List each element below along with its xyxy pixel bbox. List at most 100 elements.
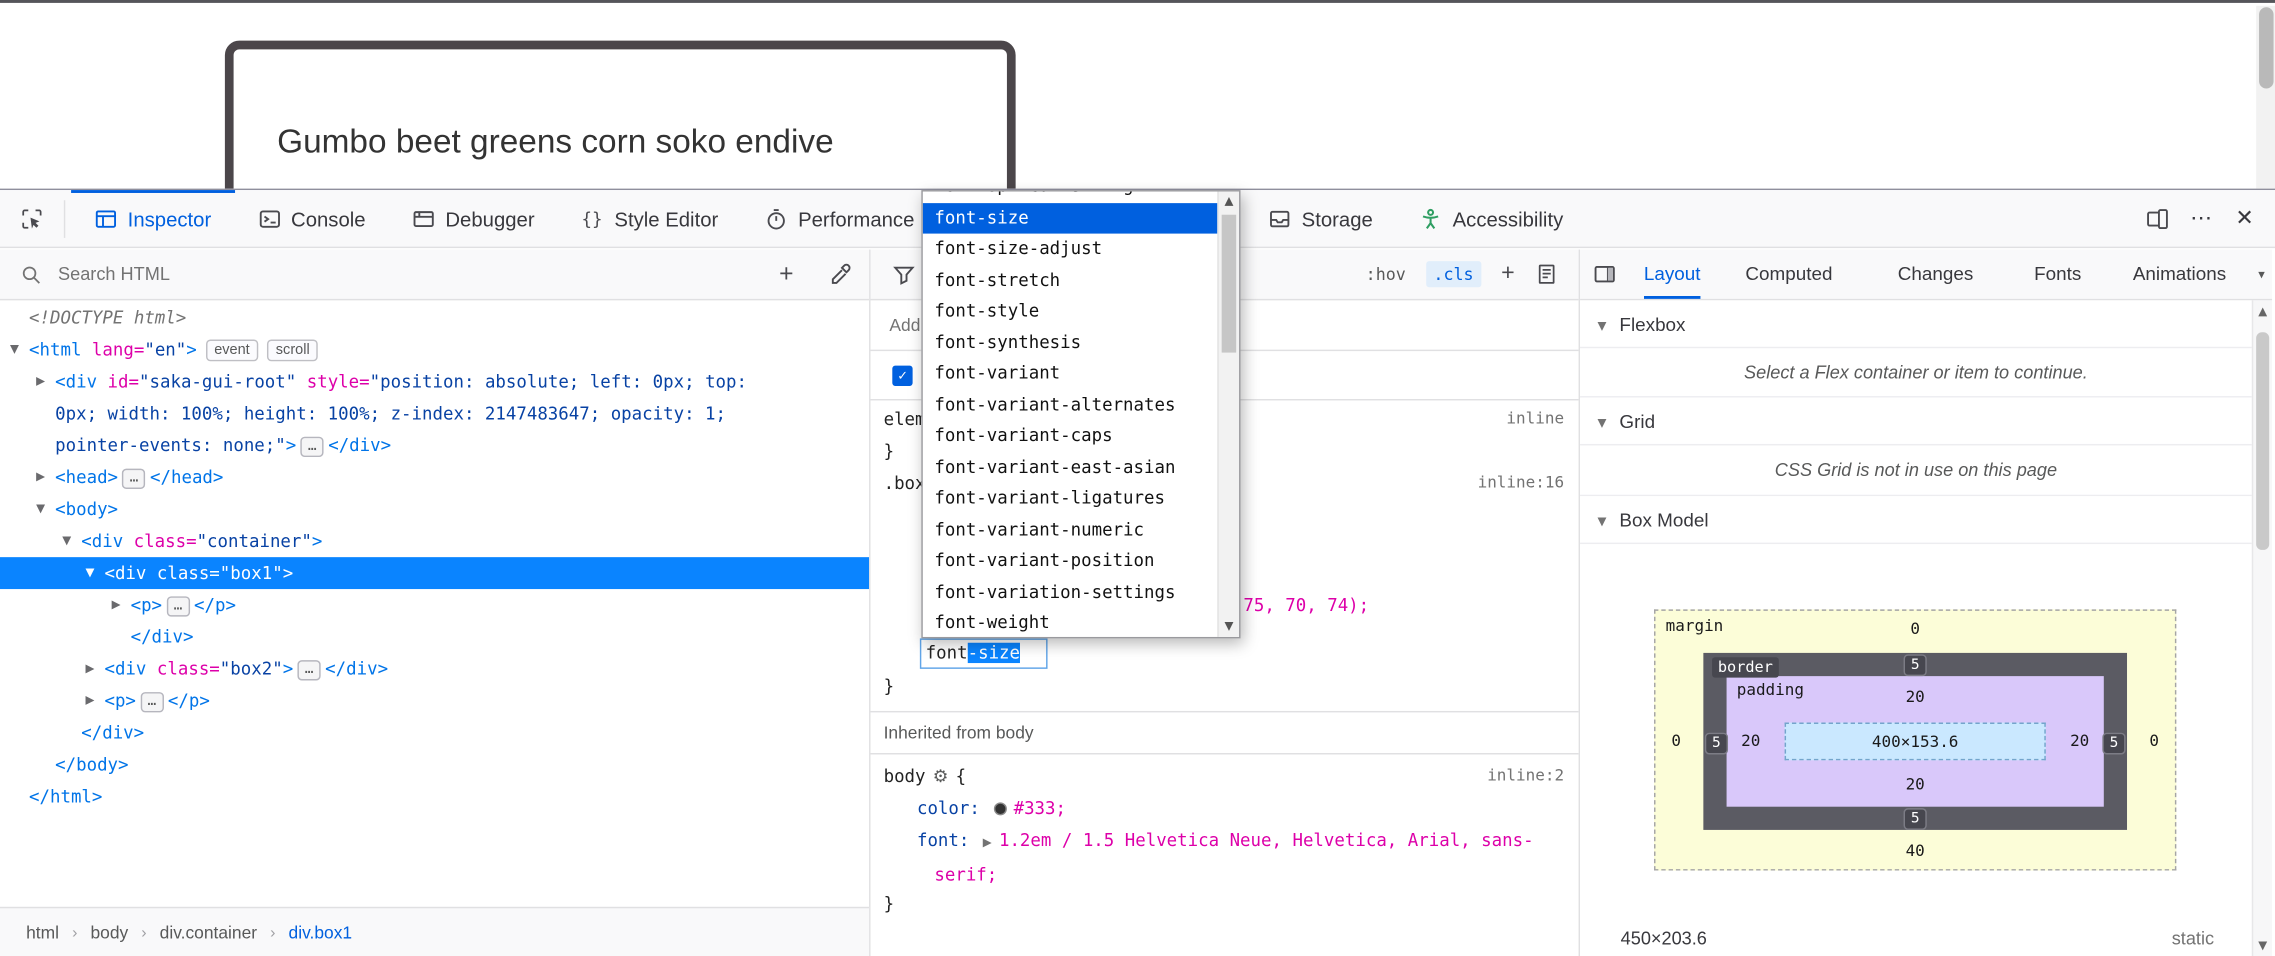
body-rule-selector[interactable]: body⚙{ inline:2 [871,760,1579,792]
scroll-up-icon[interactable]: ▲ [1219,192,1239,212]
expand-arrow-icon[interactable]: ▼ [80,557,100,589]
border-bottom-value[interactable]: 5 [1904,808,1927,830]
section-flexbox[interactable]: ▼Flexbox [1580,300,2252,348]
padding-bottom-value[interactable]: 20 [1906,775,1925,794]
border-left-value[interactable]: 5 [1705,733,1728,755]
border-right-value[interactable]: 5 [2102,733,2125,755]
tab-animations[interactable]: Animations [2133,250,2226,299]
rule-source-link[interactable]: inline:16 [1478,467,1564,499]
box-model-content[interactable]: 400×153.6 [1785,723,2046,761]
tree-row[interactable]: 0px; width: 100%; height: 100%; z-index:… [0,398,869,430]
element-picker-button[interactable] [0,189,64,247]
class-toggle[interactable]: .cls [1426,261,1481,287]
expand-arrow-icon[interactable]: ▼ [57,525,77,557]
padding-top-value[interactable]: 20 [1906,688,1925,707]
tab-performance[interactable]: Performance [742,189,938,247]
section-box-model[interactable]: ▼Box Model [1580,496,2252,544]
expand-arrow-icon[interactable]: ▼ [30,493,50,525]
autocomplete-item[interactable]: font-variant-alternates [923,390,1239,421]
tab-storage[interactable]: Storage [1245,189,1396,247]
tree-row[interactable]: </div> [0,717,869,749]
tab-console[interactable]: Console [234,189,388,247]
padding-left-value[interactable]: 20 [1741,731,1760,750]
content-size-value[interactable]: 400×153.6 [1872,732,1958,751]
breadcrumb-item-div-container[interactable]: div.container [157,922,260,942]
expand-arrow-icon[interactable]: ▶ [30,461,50,493]
autocomplete-item[interactable]: font-style [923,296,1239,327]
tree-row[interactable]: ▶<div class="box2">…</div> [0,653,869,685]
rule-source-link[interactable]: inline [1506,403,1564,435]
autocomplete-item[interactable]: font-variant-caps [923,421,1239,452]
print-media-icon[interactable] [1535,263,1558,286]
autocomplete-item[interactable]: font-optical-sizing [923,190,1239,202]
expand-arrow-icon[interactable]: ▶ [30,366,50,398]
checkbox[interactable]: ✓ [892,366,912,386]
tab-debugger[interactable]: Debugger [389,189,558,247]
border-top-value[interactable]: 5 [1904,654,1927,676]
search-input[interactable]: Search HTML [58,250,170,301]
tab-layout[interactable]: Layout [1644,250,1701,299]
ellipsis-pill[interactable]: … [140,692,163,712]
add-node-button[interactable]: + [768,250,806,298]
responsive-design-button[interactable] [2136,189,2180,247]
tree-row[interactable]: </html> [0,781,869,813]
autocomplete-item[interactable]: font-variation-settings [923,577,1239,608]
tree-row[interactable]: ▼<html lang="en">eventscroll [0,334,869,366]
css-declaration[interactable]: color: #333; [871,792,1567,824]
expand-arrow-icon[interactable]: ▶ [80,685,100,717]
breadcrumb-item-body[interactable]: body [88,922,132,942]
breadcrumb-item-html[interactable]: html [23,922,62,942]
scroll-down-icon[interactable]: ▼ [1219,617,1239,637]
tab-style-editor[interactable]: {}Style Editor [558,189,742,247]
tree-row[interactable]: ▶<p>…</p> [0,589,869,621]
ellipsis-pill[interactable]: … [298,660,321,680]
breadcrumb-item-div-box1[interactable]: div.box1 [286,922,355,942]
tree-row[interactable]: pointer-events: none;">…</div> [0,429,869,461]
tree-row[interactable]: ▶<p>…</p> [0,685,869,717]
tab-accessibility[interactable]: Accessibility [1396,189,1586,247]
page-scrollbar-thumb[interactable] [2258,7,2273,88]
margin-right-value[interactable]: 0 [2149,731,2159,750]
tree-row[interactable]: ▼<div class="container"> [0,525,869,557]
margin-bottom-value[interactable]: 40 [1906,842,1925,861]
scroll-down-icon[interactable]: ▼ [2253,939,2272,952]
ellipsis-pill[interactable]: … [166,596,189,616]
autocomplete-item[interactable]: font-stretch [923,265,1239,296]
tab-computed[interactable]: Computed [1745,250,1832,299]
tab-overflow-icon[interactable]: ▾ [2258,250,2265,301]
autocomplete-item[interactable]: font-size [923,202,1239,233]
tab-inspector[interactable]: Inspector [71,189,234,247]
padding-right-value[interactable]: 20 [2070,731,2089,750]
autocomplete-item[interactable]: font-size-adjust [923,234,1239,265]
expand-arrow-icon[interactable]: ▼ [4,334,24,366]
page-scrollbar[interactable] [2256,6,2275,189]
add-rule-button[interactable]: + [1501,261,1515,287]
expand-arrow-icon[interactable]: ▶ [80,653,100,685]
expand-arrow-icon[interactable]: ▶ [983,836,992,849]
margin-top-value[interactable]: 0 [1910,620,1920,639]
tab-fonts[interactable]: Fonts [2034,250,2081,299]
sidebar-scrollbar[interactable]: ▲ ▼ [2252,300,2272,956]
tab-changes[interactable]: Changes [1898,250,1974,299]
tree-row[interactable]: ▶<div id="saka-gui-root" style="position… [0,366,869,398]
tree-row-selected[interactable]: ▼<div class="box1"> [0,557,869,589]
expand-arrow-icon[interactable]: ▶ [106,589,126,621]
autocomplete-item[interactable]: font-variant-position [923,546,1239,577]
meatball-menu-button[interactable]: ⋯ [2179,189,2223,247]
close-button[interactable]: ✕ [2223,189,2267,247]
scrollbar-thumb[interactable] [2256,332,2269,550]
scroll-up-icon[interactable]: ▲ [2253,305,2272,318]
rule-source-link[interactable]: inline:2 [1487,760,1564,792]
autocomplete-item[interactable]: font-variant-numeric [923,514,1239,545]
autocomplete-item[interactable]: font-weight [923,608,1239,638]
tree-row[interactable]: ▼<body> [0,493,869,525]
tree-row[interactable]: <!DOCTYPE html> [0,302,869,334]
autocomplete-item[interactable]: font-synthesis [923,327,1239,358]
eyedropper-icon[interactable] [828,263,851,286]
pseudo-class-toggle[interactable]: :hov [1366,264,1406,284]
tree-row[interactable]: ▶<head>…</head> [0,461,869,493]
tree-row[interactable]: </div> [0,621,869,653]
css-declaration[interactable]: font: ▶1.2em / 1.5 Helvetica Neue, Helve… [871,824,1567,891]
color-swatch[interactable] [993,802,1006,815]
node-badge-event[interactable]: event [205,339,258,361]
